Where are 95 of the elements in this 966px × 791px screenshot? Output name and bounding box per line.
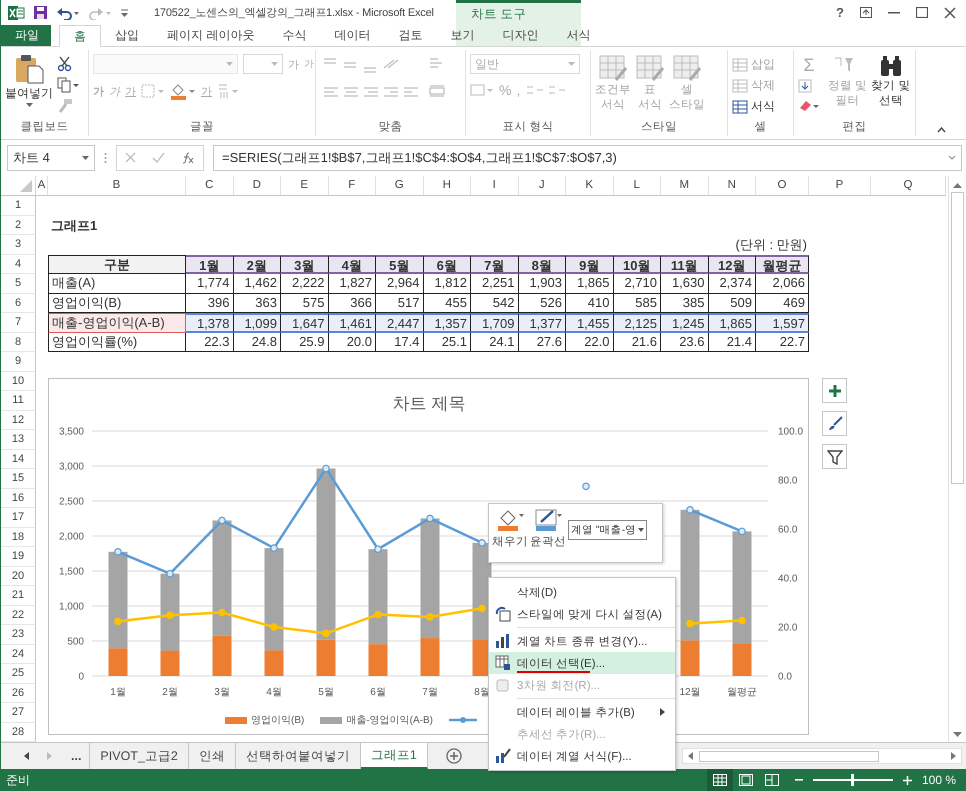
table-cell: 2,251 xyxy=(471,274,518,294)
table-cell: 영업이익률(%) xyxy=(48,332,186,352)
table-cell: 1,903 xyxy=(518,274,566,294)
x-axis-label: 7월 xyxy=(422,687,438,698)
table-header-cell: 2월 xyxy=(234,254,281,274)
status-text: 준비 xyxy=(6,772,30,788)
legend-label: 매출-영업이익(A-B) xyxy=(346,714,434,727)
ribbon-group-label: 글꼴 xyxy=(189,120,215,134)
table-cell: 1,099 xyxy=(234,313,281,332)
table-cell: 2,222 xyxy=(281,274,328,294)
table-cell: 2,447 xyxy=(376,313,424,332)
table-cell: 1,455 xyxy=(566,313,614,332)
secondary-axis-label: 20.0 xyxy=(778,622,798,634)
table-cell: 1,378 xyxy=(186,313,234,332)
table-cell: 1,647 xyxy=(281,313,328,332)
table-header-cell: 구분 xyxy=(48,254,186,274)
table-cell: 1,245 xyxy=(661,313,708,332)
table-cell: 25.9 xyxy=(281,332,328,352)
table-cell: 20.0 xyxy=(328,332,376,352)
x-axis-label: 12월 xyxy=(679,687,701,698)
ribbon-group-label: 맞춤 xyxy=(378,120,404,134)
table-header-cell: 12월 xyxy=(708,254,756,274)
table-cell: 27.6 xyxy=(518,332,566,352)
y-axis-label: 3,000 xyxy=(58,462,84,472)
x-axis-label: 2월 xyxy=(162,687,178,698)
y-axis-label: 2,000 xyxy=(58,532,84,542)
table-cell: 1,377 xyxy=(518,313,566,332)
table-header-cell: 월평균 xyxy=(756,254,809,274)
window-title: 170522_노센스의_엑셀강의_그래프1.xlsx - Microsoft Excel xyxy=(154,6,434,20)
secondary-axis-label: 60.0 xyxy=(778,524,798,536)
table-cell: 1,812 xyxy=(424,274,471,294)
y-axis-label: 1,500 xyxy=(58,566,84,578)
secondary-axis-label: 80.0 xyxy=(778,476,798,486)
table-header-cell: 11월 xyxy=(661,254,708,274)
table-cell: 25.1 xyxy=(424,332,471,352)
context-tab-label: 차트 도구 xyxy=(471,6,526,23)
table-cell: 21.6 xyxy=(614,332,661,352)
y-axis-label: 2,500 xyxy=(58,496,84,508)
table-cell: 2,125 xyxy=(614,313,661,332)
x-axis-label: 5월 xyxy=(318,687,334,698)
y-axis-label: 0 xyxy=(78,672,84,682)
table-cell: 1,630 xyxy=(661,274,708,294)
table-cell: 매출-영업이익(A-B) xyxy=(48,313,186,332)
table-cell: 24.8 xyxy=(234,332,281,352)
table-header-cell: 7월 xyxy=(471,254,518,274)
table-header-cell: 10월 xyxy=(614,254,661,274)
y-axis-label: 3,500 xyxy=(58,426,84,438)
table-cell: 23.6 xyxy=(661,332,708,352)
table-cell: 2,710 xyxy=(614,274,661,294)
table-header-cell: 6월 xyxy=(424,254,471,274)
table-cell: 22.0 xyxy=(566,332,614,352)
table-cell: 1,357 xyxy=(424,313,471,332)
table-cell: 17.4 xyxy=(376,332,424,352)
secondary-axis-label: 100.0 xyxy=(778,426,804,438)
table-cell: 1,461 xyxy=(328,313,376,332)
legend-label: 영업이익(B) xyxy=(251,714,304,727)
table-cell: 2,964 xyxy=(376,274,424,294)
chart-title: 차트 제목 xyxy=(392,394,466,413)
secondary-axis-label: 40.0 xyxy=(778,574,798,584)
table-cell: 24.1 xyxy=(471,332,518,352)
table-header-cell: 9월 xyxy=(566,254,614,274)
table-cell: 21.4 xyxy=(708,332,756,352)
x-axis-label: 4월 xyxy=(266,687,282,698)
table-cell: 1,709 xyxy=(471,313,518,332)
unit-label: (단위 : 만원) xyxy=(734,236,808,254)
y-axis-label: 500 xyxy=(67,636,84,648)
ribbon-group-label: 클립보드 xyxy=(20,120,70,134)
x-axis-label: 3월 xyxy=(214,687,230,698)
zoom-reading: 100 % xyxy=(922,773,957,787)
ribbon-group-label: 표시 형식 xyxy=(501,120,555,134)
table-cell: 22.7 xyxy=(756,332,809,352)
table-cell: 1,462 xyxy=(234,274,281,294)
table-cell: 1,774 xyxy=(186,274,234,294)
ribbon-group-label: 스타일 xyxy=(640,120,678,134)
table-header-cell: 3월 xyxy=(281,254,328,274)
table-cell: 2,066 xyxy=(756,274,809,294)
table-header-cell: 4월 xyxy=(328,254,376,274)
ribbon-group-label: 셀 xyxy=(754,120,768,134)
x-axis-label: 6월 xyxy=(370,687,386,698)
sheet-title: 그래프1 xyxy=(50,216,98,234)
secondary-axis-label: 0.0 xyxy=(778,672,792,682)
x-axis-label: 1월 xyxy=(110,687,126,698)
table-cell: 1,865 xyxy=(708,313,756,332)
table-header-cell: 8월 xyxy=(518,254,566,274)
y-axis-label: 1,000 xyxy=(58,602,84,612)
table-cell: 매출(A) xyxy=(48,274,186,294)
table-header-cell: 1월 xyxy=(186,254,234,274)
table-cell: 22.3 xyxy=(186,332,234,352)
x-axis-label: 월평균 xyxy=(727,687,757,698)
table-cell: 1,597 xyxy=(756,313,809,332)
table-cell: 1,827 xyxy=(328,274,376,294)
table-header-cell: 5월 xyxy=(376,254,424,274)
table-cell: 1,865 xyxy=(566,274,614,294)
table-cell: 2,374 xyxy=(708,274,756,294)
ribbon-group-label: 편집 xyxy=(842,120,868,134)
